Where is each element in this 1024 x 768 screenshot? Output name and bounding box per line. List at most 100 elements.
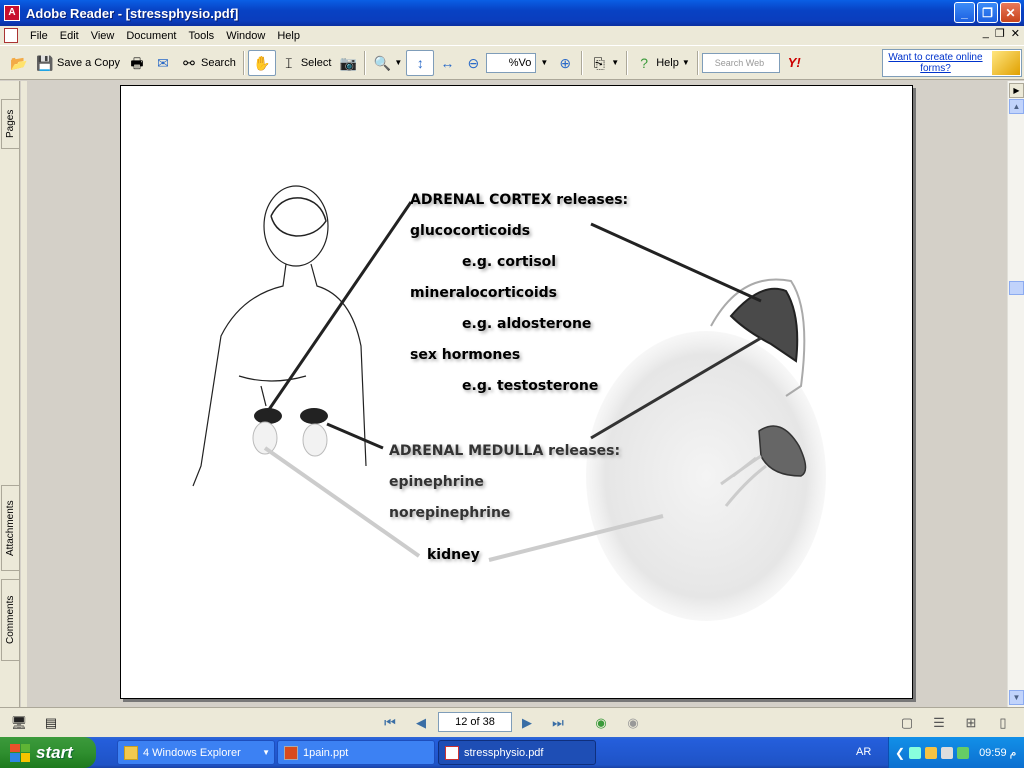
hand-tool-button[interactable]: ✋: [247, 49, 276, 76]
forms-promo-icon: [992, 51, 1020, 75]
zoom-dropdown-icon[interactable]: ▼: [536, 58, 552, 67]
toolbar-separator: [581, 50, 584, 75]
go-forward-button[interactable]: ◉: [624, 714, 642, 732]
page-number-field[interactable]: 12 of 38: [438, 712, 512, 732]
rotate-page-icon: ⎘: [593, 54, 605, 71]
doc-restore-button[interactable]: ❐: [995, 27, 1005, 40]
page-size-icon[interactable]: 🖥: [10, 714, 28, 732]
tray-back-arrow-icon[interactable]: ❮: [895, 746, 905, 760]
kidney-shape: [586, 331, 826, 621]
tab-pages[interactable]: Pages: [1, 99, 19, 149]
snapshot-tool-button[interactable]: 📷: [335, 50, 361, 76]
human-figure: [192, 185, 367, 487]
fit-page-button[interactable]: ↕: [406, 49, 435, 76]
email-button[interactable]: ✉: [150, 50, 176, 76]
maximize-button[interactable]: ❐: [977, 2, 998, 23]
testosterone-label: e.g. testosterone: [462, 378, 599, 394]
toolbar-separator: [626, 50, 629, 75]
doc-minimize-button[interactable]: _: [983, 27, 989, 40]
next-page-button[interactable]: ▶: [518, 714, 536, 732]
powerpoint-icon: [284, 745, 298, 760]
previous-page-button[interactable]: ◀: [412, 714, 430, 732]
tab-comments[interactable]: Comments: [1, 579, 19, 661]
menu-tools[interactable]: Tools: [183, 30, 221, 42]
close-button[interactable]: ✕: [1000, 2, 1021, 23]
minus-circle-icon: ⊖: [467, 54, 480, 71]
navigation-pane: Pages Attachments Comments: [0, 81, 20, 707]
menu-bar: File Edit View Document Tools Window Hel…: [0, 26, 1024, 45]
medulla-heading: ADRENAL MEDULLA releases:: [389, 443, 621, 459]
glucocorticoids-label: glucocorticoids: [410, 223, 531, 239]
scroll-thumb[interactable]: [1009, 281, 1024, 295]
minimize-button[interactable]: _: [954, 2, 975, 23]
doc-close-button[interactable]: ✕: [1011, 27, 1020, 40]
windows-taskbar: start 4 Windows Explorer ▼ 1pain.ppt str…: [0, 737, 1024, 768]
task-windows-explorer[interactable]: 4 Windows Explorer ▼: [117, 740, 275, 765]
task-label: stressphysio.pdf: [464, 746, 544, 759]
fit-page-icon: ↕: [416, 54, 424, 71]
menu-window[interactable]: Window: [220, 30, 271, 42]
open-button[interactable]: 📂: [6, 50, 32, 76]
text-cursor-icon: 𝙸: [283, 54, 294, 71]
menu-document[interactable]: Document: [120, 30, 182, 42]
rotate-view-button[interactable]: ⎘ ▼: [586, 50, 623, 76]
cortex-heading: ADRENAL CORTEX releases:: [410, 192, 629, 208]
single-page-layout-icon[interactable]: ▢: [898, 714, 916, 732]
print-button[interactable]: 🖶: [124, 50, 150, 76]
document-viewer[interactable]: ADRENAL CORTEX releases: glucocorticoids…: [27, 81, 1007, 707]
yahoo-icon[interactable]: Y!: [780, 55, 809, 70]
toolbar-separator: [696, 50, 699, 75]
promo-link[interactable]: Want to create online forms?: [883, 52, 988, 74]
network-icon[interactable]: [909, 746, 922, 759]
task-adobe-reader[interactable]: stressphysio.pdf: [438, 740, 596, 765]
pdf-page: ADRENAL CORTEX releases: glucocorticoids…: [120, 85, 913, 699]
system-tray: ❮ 09:59 م: [888, 737, 1024, 768]
vertical-scrollbar[interactable]: ▶ ▲ ▼: [1007, 81, 1024, 707]
save-copy-button[interactable]: 💾 Save a Copy: [32, 50, 124, 76]
task-powerpoint[interactable]: 1pain.ppt: [277, 740, 435, 765]
language-indicator[interactable]: AR: [856, 746, 871, 758]
last-page-button[interactable]: ⏭: [549, 714, 567, 732]
search-button[interactable]: ⚯ Search: [176, 50, 240, 76]
clock: 09:59 م: [979, 747, 1017, 759]
sex-hormones-label: sex hormones: [410, 347, 521, 363]
norepinephrine-label: norepinephrine: [389, 505, 511, 521]
first-page-button[interactable]: ⏮: [381, 714, 399, 732]
menu-view[interactable]: View: [85, 30, 121, 42]
security-icon[interactable]: [925, 746, 938, 759]
continuous-layout-icon[interactable]: ☰: [930, 714, 948, 732]
start-label: start: [36, 742, 73, 762]
messenger-icon[interactable]: [957, 746, 970, 759]
document-icon[interactable]: ▤: [42, 714, 60, 732]
scroll-down-button[interactable]: ▼: [1009, 690, 1024, 705]
task-label: 4 Windows Explorer: [143, 746, 241, 759]
pdf-document-icon[interactable]: [4, 28, 18, 43]
continuous-facing-layout-icon[interactable]: ▯: [994, 714, 1012, 732]
create-forms-promo[interactable]: Want to create online forms?: [882, 49, 1022, 77]
select-tool-button[interactable]: 𝙸 Select: [276, 50, 336, 76]
help-button[interactable]: ? Help ▼: [631, 50, 694, 76]
menu-help[interactable]: Help: [271, 30, 306, 42]
facing-pages-layout-icon[interactable]: ⊞: [962, 714, 980, 732]
menu-edit[interactable]: Edit: [54, 30, 85, 42]
mineralocorticoids-label: mineralocorticoids: [410, 285, 557, 301]
document-window-controls: _ ❐ ✕: [983, 27, 1020, 40]
volume-icon[interactable]: [941, 746, 954, 759]
toolbar-separator: [242, 50, 245, 75]
start-button[interactable]: start: [0, 737, 96, 768]
tab-attachments[interactable]: Attachments: [1, 485, 19, 571]
fit-width-icon: ↔: [440, 54, 455, 71]
zoom-in-tool-button[interactable]: 🔍 ▼: [369, 50, 406, 76]
zoom-level-input[interactable]: %Vo: [486, 52, 537, 73]
split-view-arrow-icon[interactable]: ▶: [1009, 83, 1024, 98]
chevron-down-icon: ▼: [611, 58, 620, 67]
go-back-button[interactable]: ◉: [592, 714, 610, 732]
floppy-disk-icon: 💾: [36, 54, 54, 71]
menu-file[interactable]: File: [24, 30, 54, 42]
search-web-input[interactable]: Search Web: [701, 52, 780, 73]
zoom-out-button[interactable]: ⊖: [460, 50, 486, 76]
zoom-in-button[interactable]: ⊕: [552, 50, 578, 76]
fit-width-button[interactable]: ↔: [434, 50, 460, 76]
scroll-up-button[interactable]: ▲: [1009, 99, 1024, 114]
right-adrenal-marker: [300, 408, 328, 424]
